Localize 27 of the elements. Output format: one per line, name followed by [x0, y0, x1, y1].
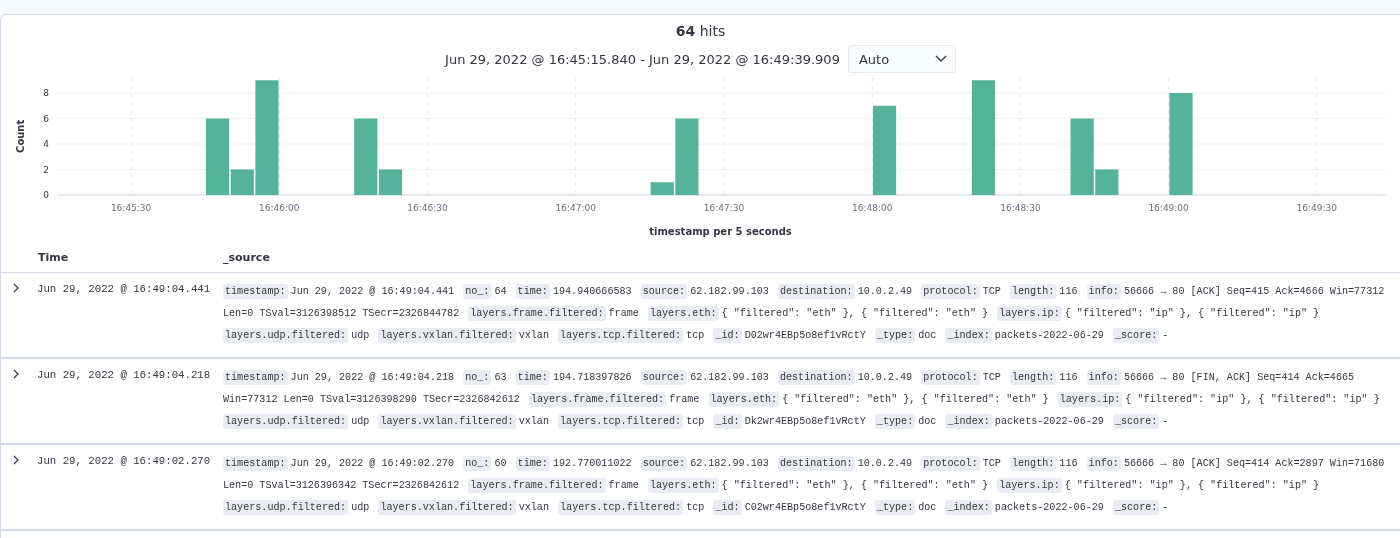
interval-select[interactable]: Auto [847, 45, 956, 73]
x-axis-title: timestamp per 5 seconds [649, 226, 792, 237]
x-tick-label: 16:45:30 [110, 203, 152, 213]
x-tick-label: 16:48:30 [1000, 203, 1041, 213]
source-cell-text: timestamp: Jun 29, 2022 @ 16:49:04.218 no_: 63 time: 194.718397826 source: 62.182.99.103 destination: 10.0.2.49 protocol: TCP length: 116 info: 56666 → 80 [FIN, ACK] Seq=414 Ack=4665 Win=77312 Len=0 TSval=3126398290 TSecr=2326842612 layers.frame.filtered: frame layers.eth: { "filtered": "eth" }, { "filtered": "eth" } layers.ip: { "filtered": "ip" }, { "filtered": "ip" } layers.udp.filtered: udp layers.vxlan.filtered: vxlan layers.tcp.filtered: tcp _id: Dk2wr4EBp5o8ef1vRctY _type: doc _index: packets-2022-06-29 _score: - [223, 369, 1381, 431]
column-header: _source [223, 251, 271, 264]
time-cell-text: Jun 29, 2022 @ 16:49:02.270 [37, 454, 212, 469]
x-tick-label: 16:47:30 [703, 203, 745, 213]
time-cell-text: Jun 29, 2022 @ 16:49:04.218 [37, 368, 212, 383]
x-tick-label: 16:47:00 [555, 203, 596, 213]
column-header: Time [37, 251, 70, 264]
x-tick-label: 16:49:00 [1148, 203, 1189, 213]
time-range: Jun 29, 2022 @ 16:45:15.840 - Jun 29, 2022 @ 16:49:39.909 [445, 51, 840, 67]
source-cell-text: timestamp: Jun 29, 2022 @ 16:49:02.270 no_: 60 time: 192.770011022 source: 62.182.99.103 destination: 10.0.2.49 protocol: TCP length: 116 info: 56666 → 80 [ACK] Seq=414 Ack=2897 Win=71680 Len=0 TSval=3126396342 TSecr=2326842612 layers.frame.filtered: frame layers.eth: { "filtered": "eth" }, { "filtered": "eth" } layers.ip: { "filtered": "ip" }, { "filtered": "ip" } layers.udp.filtered: udp layers.vxlan.filtered: vxlan layers.tcp.filtered: tcp _id: C02wr4EBp5o8ef1vRctY _type: doc _index: packets-2022-06-29 _score: - [223, 455, 1386, 517]
x-tick-label: 16:48:00 [851, 203, 893, 213]
x-tick-label: 16:46:30 [407, 203, 448, 213]
y-axis-title: Count [15, 119, 26, 153]
source-cell-text: timestamp: Jun 29, 2022 @ 16:49:04.441 no_: 64 time: 194.940666583 source: 62.182.99.103 destination: 10.0.2.49 protocol: TCP length: 116 info: 56666 → 80 [ACK] Seq=415 Ack=4666 Win=77312 Len=0 TSval=3126398512 TSecr=2326844782 layers.frame.filtered: frame layers.eth: { "filtered": "eth" }, { "filtered": "eth" } layers.ip: { "filtered": "ip" }, { "filtered": "ip" } layers.udp.filtered: udp layers.vxlan.filtered: vxlan layers.tcp.filtered: tcp _id: D02wr4EBp5o8ef1vRctY _type: doc _index: packets-2022-06-29 _score: - [223, 283, 1386, 345]
y-tick-label: 6 [43, 113, 49, 124]
x-tick-label: 16:46:00 [259, 203, 300, 213]
hits-count: 64 hits [675, 23, 726, 39]
time-cell-text: Jun 29, 2022 @ 16:49:04.441 [37, 282, 212, 297]
y-tick-label: 0 [43, 190, 49, 200]
y-tick-label: 8 [43, 88, 49, 98]
y-tick-label: 2 [43, 164, 49, 175]
y-tick-label: 4 [43, 139, 49, 149]
x-tick-label: 16:49:30 [1296, 203, 1338, 213]
